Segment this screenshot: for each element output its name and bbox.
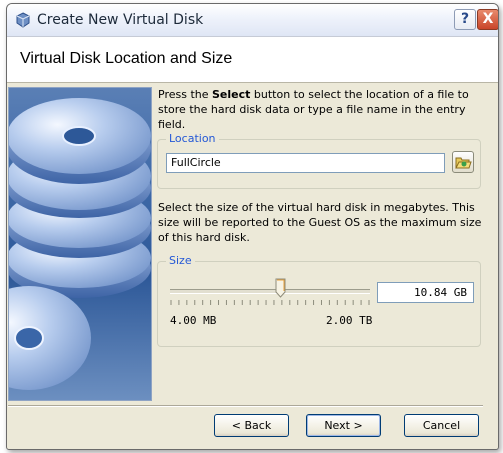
hard-disk-illustration <box>8 87 152 401</box>
close-button[interactable]: X <box>477 9 498 30</box>
intro-text: Press the Select button to select the lo… <box>158 87 488 132</box>
page-title: Virtual Disk Location and Size <box>20 50 233 67</box>
wizard-header: Virtual Disk Location and Size <box>7 37 498 83</box>
location-input[interactable]: FullCircle <box>166 153 445 173</box>
next-button[interactable]: Next > <box>306 414 381 437</box>
size-legend: Size <box>166 254 195 267</box>
size-slider-ticks <box>170 300 370 305</box>
select-file-button[interactable] <box>452 151 474 173</box>
location-group: Location FullCircle <box>157 132 481 189</box>
back-button[interactable]: < Back <box>214 414 289 437</box>
size-slider-thumb[interactable] <box>275 278 286 298</box>
folder-open-icon <box>455 157 472 169</box>
location-legend: Location <box>166 132 219 145</box>
button-separator <box>8 405 483 407</box>
size-min-label: 4.00 MB <box>170 314 217 327</box>
size-slider-track[interactable] <box>170 289 370 294</box>
size-max-label: 2.00 TB <box>326 314 373 327</box>
virtualbox-icon <box>16 12 30 28</box>
size-description: Select the size of the virtual hard disk… <box>158 201 482 244</box>
size-group: Size 10.84 GB 4.00 MB 2.00 TB <box>157 254 481 347</box>
intro-prefix: Press the <box>158 88 212 101</box>
help-button[interactable]: ? <box>454 9 476 30</box>
cancel-button[interactable]: Cancel <box>404 414 479 437</box>
window-title: Create New Virtual Disk <box>37 12 204 28</box>
size-input[interactable]: 10.84 GB <box>377 282 474 303</box>
title-bar[interactable]: Create New Virtual Disk ? X <box>7 4 498 37</box>
disk-stack-icon <box>9 98 151 390</box>
intro-select-word: Select <box>212 88 251 101</box>
